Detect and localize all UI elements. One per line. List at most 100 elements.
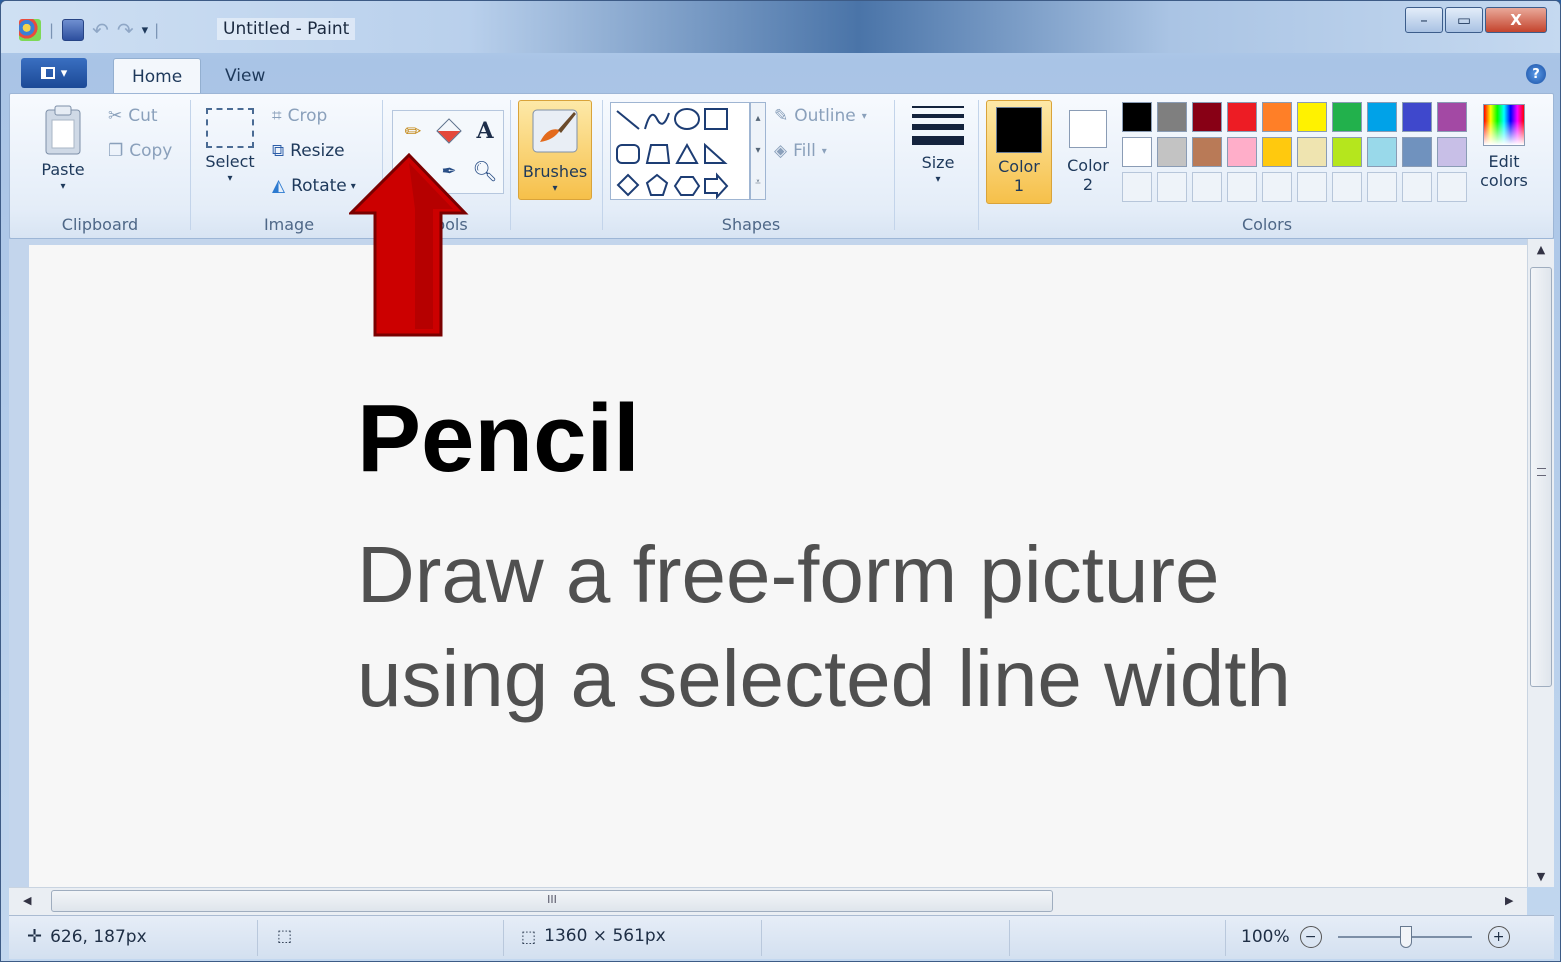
color-swatch[interactable]	[1367, 137, 1397, 167]
custom-color-slot[interactable]	[1332, 172, 1362, 202]
fill-button[interactable]	[433, 115, 465, 147]
tab-home[interactable]: Home	[113, 58, 202, 94]
zoom-slider-thumb[interactable]	[1399, 926, 1412, 948]
color2-swatch	[1069, 110, 1107, 148]
zoom-in-icon[interactable]: +	[1487, 926, 1510, 948]
rotate-button[interactable]: ◭ Rotate ▾	[272, 176, 356, 196]
outline-icon: ✎	[774, 106, 789, 126]
scroll-down-arrow[interactable]: ▼	[1528, 870, 1554, 883]
paste-button[interactable]: Paste ▾	[34, 104, 92, 192]
custom-color-slot[interactable]	[1402, 172, 1432, 202]
group-divider	[510, 100, 511, 230]
horizontal-scroll-thumb[interactable]: III	[51, 890, 1053, 912]
scroll-left-arrow[interactable]: ◀	[23, 894, 31, 907]
title-bar: | ↶ ↷ ▾ | Untitled - Paint – ▭ X	[1, 1, 1560, 53]
callout-title: Pencil	[357, 385, 640, 492]
magnifier-button[interactable]: 🔍︎	[469, 155, 501, 187]
copy-icon: ❐	[108, 141, 124, 161]
color-swatch[interactable]	[1122, 102, 1152, 132]
horizontal-scrollbar[interactable]: ◀ III ▶	[9, 887, 1527, 915]
tab-view[interactable]: View	[207, 58, 283, 94]
fill-shape-button[interactable]: ◈ Fill ▾	[774, 141, 827, 161]
crop-button[interactable]: ⌗ Crop	[272, 106, 327, 126]
copy-button[interactable]: ❐ Copy	[108, 141, 172, 161]
custom-color-slot[interactable]	[1122, 172, 1152, 202]
vertical-scroll-thumb[interactable]	[1530, 267, 1552, 687]
group-divider	[602, 100, 603, 230]
color-swatch[interactable]	[1157, 102, 1187, 132]
color-swatch[interactable]	[1367, 102, 1397, 132]
color-swatch[interactable]	[1157, 137, 1187, 167]
maximize-button[interactable]: ▭	[1445, 7, 1483, 33]
text-button[interactable]: A	[469, 115, 501, 147]
group-divider	[894, 100, 895, 230]
scroll-up-arrow[interactable]: ▲	[1528, 243, 1554, 256]
fill-label: Fill	[793, 141, 816, 161]
rainbow-icon	[1483, 104, 1525, 146]
zoom-out-icon[interactable]: −	[1299, 926, 1322, 948]
outline-button[interactable]: ✎ Outline ▾	[774, 106, 867, 126]
status-bar: ✛ 626, 187px ⬚ ⬚ 1360 × 561px 100% − +	[9, 915, 1554, 959]
paint-bucket-icon	[436, 118, 462, 144]
color-swatch[interactable]	[1192, 102, 1222, 132]
paint-window: | ↶ ↷ ▾ | Untitled - Paint – ▭ X ▾ Home …	[0, 0, 1561, 962]
color-swatch[interactable]	[1402, 102, 1432, 132]
brush-icon	[532, 109, 578, 153]
color1-button[interactable]: Color 1	[986, 100, 1052, 204]
color-swatch[interactable]	[1262, 102, 1292, 132]
scroll-right-arrow[interactable]: ▶	[1505, 894, 1513, 907]
customize-qa-icon[interactable]: ▾	[142, 23, 149, 38]
paint-app-icon[interactable]	[19, 19, 41, 41]
vertical-scrollbar[interactable]: ▲ ▼	[1527, 239, 1554, 887]
color-swatch[interactable]	[1437, 102, 1467, 132]
help-icon[interactable]: ?	[1526, 64, 1546, 84]
color-swatch[interactable]	[1227, 137, 1257, 167]
color-swatch[interactable]	[1297, 102, 1327, 132]
zoom-slider[interactable]	[1337, 926, 1472, 948]
size-label: Size	[921, 153, 955, 172]
cut-button[interactable]: ✂ Cut	[108, 106, 158, 126]
edit-colors-button[interactable]: Edit colors	[1472, 100, 1536, 204]
color-swatch[interactable]	[1402, 137, 1432, 167]
shapes-group-label: Shapes	[721, 215, 781, 234]
color2-button[interactable]: Color 2	[1058, 100, 1118, 204]
custom-color-slot[interactable]	[1192, 172, 1222, 202]
color1-number: 1	[1013, 176, 1025, 195]
color-swatch[interactable]	[1437, 137, 1467, 167]
custom-color-slot[interactable]	[1262, 172, 1292, 202]
close-button[interactable]: X	[1485, 7, 1547, 33]
custom-color-slot[interactable]	[1437, 172, 1467, 202]
custom-color-slot[interactable]	[1157, 172, 1187, 202]
size-button[interactable]: Size ▾	[906, 104, 970, 185]
resize-button[interactable]: ⧉ Resize	[272, 141, 345, 161]
scissors-icon: ✂	[108, 106, 123, 126]
close-icon: X	[1510, 11, 1522, 29]
crosshair-icon: ✛	[27, 926, 43, 947]
select-button[interactable]: Select ▾	[200, 104, 260, 184]
color-swatch[interactable]	[1122, 137, 1152, 167]
save-icon[interactable]	[62, 19, 85, 41]
custom-color-slot[interactable]	[1227, 172, 1257, 202]
shapes-scroll[interactable]: ▴ ▾ ⩡	[750, 102, 766, 200]
color1-swatch	[996, 107, 1042, 153]
color-swatch[interactable]	[1227, 102, 1257, 132]
color-swatch[interactable]	[1297, 137, 1327, 167]
callout-description: Draw a free-form picture using a selecte…	[357, 523, 1457, 731]
custom-color-slot[interactable]	[1297, 172, 1327, 202]
color-swatch[interactable]	[1262, 137, 1292, 167]
brushes-button[interactable]: Brushes ▾	[518, 100, 592, 200]
minimize-button[interactable]: –	[1405, 7, 1443, 33]
color-swatch[interactable]	[1332, 137, 1362, 167]
paint-menu-button[interactable]: ▾	[21, 58, 87, 88]
chevron-down-icon: ▾	[861, 110, 867, 122]
redo-icon[interactable]: ↷	[117, 18, 134, 42]
color-swatch[interactable]	[1192, 137, 1222, 167]
undo-icon[interactable]: ↶	[92, 18, 109, 42]
pencil-button[interactable]: ✏	[397, 115, 429, 147]
resize-label: Resize	[290, 141, 345, 161]
custom-color-slot[interactable]	[1367, 172, 1397, 202]
shapes-gallery[interactable]	[610, 102, 750, 200]
color-swatch[interactable]	[1332, 102, 1362, 132]
group-divider	[190, 100, 191, 230]
selection-size: ⬚	[277, 926, 292, 945]
